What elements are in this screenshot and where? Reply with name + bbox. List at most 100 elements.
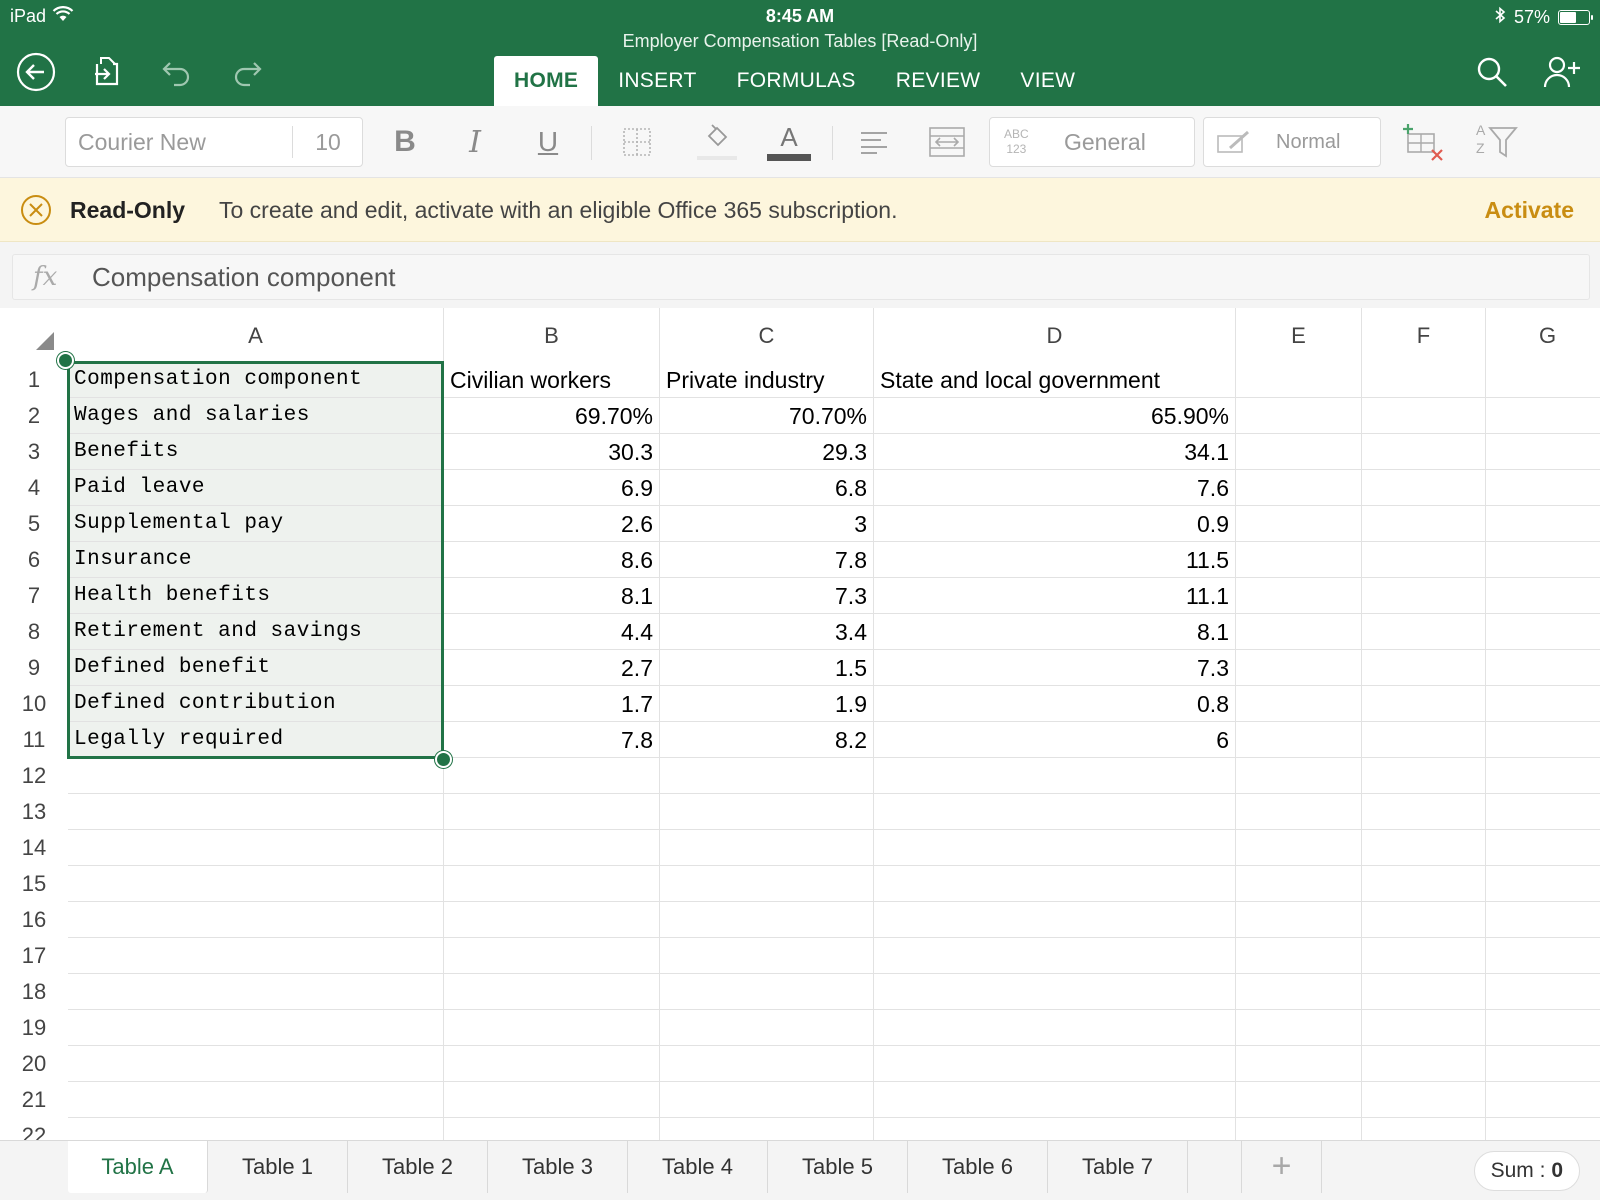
borders-icon[interactable] [612,117,662,167]
cell-b7[interactable]: 8.1 [444,578,660,614]
open-file-icon[interactable] [83,50,127,94]
row-header-15[interactable]: 15 [0,866,68,902]
cell-d14[interactable] [874,830,1236,866]
cell-d8[interactable]: 8.1 [874,614,1236,650]
number-format-picker[interactable]: ABC 123 General [989,117,1195,167]
cell-f3[interactable] [1362,434,1486,470]
cell-style-picker[interactable]: Normal [1203,117,1381,167]
cell-c12[interactable] [660,758,874,794]
row-header-9[interactable]: 9 [0,650,68,686]
cell-f10[interactable] [1362,686,1486,722]
column-header-b[interactable]: B [444,308,660,362]
cell-b17[interactable] [444,938,660,974]
cell-g3[interactable] [1486,434,1600,470]
cell-g1[interactable] [1486,362,1600,398]
cell-f5[interactable] [1362,506,1486,542]
cell-a22[interactable] [68,1118,444,1140]
underline-button[interactable]: U [523,117,573,167]
cell-d9[interactable]: 7.3 [874,650,1236,686]
cell-e15[interactable] [1236,866,1362,902]
cell-c9[interactable]: 1.5 [660,650,874,686]
bold-button[interactable]: B [380,117,430,167]
cell-b11[interactable]: 7.8 [444,722,660,758]
cell-c18[interactable] [660,974,874,1010]
cell-a19[interactable] [68,1010,444,1046]
cell-g5[interactable] [1486,506,1600,542]
cell-g8[interactable] [1486,614,1600,650]
cell-e19[interactable] [1236,1010,1362,1046]
cell-f7[interactable] [1362,578,1486,614]
row-header-13[interactable]: 13 [0,794,68,830]
cell-a11[interactable]: Legally required [68,722,444,758]
cell-g11[interactable] [1486,722,1600,758]
cell-g14[interactable] [1486,830,1600,866]
cell-e17[interactable] [1236,938,1362,974]
cell-b19[interactable] [444,1010,660,1046]
cell-c20[interactable] [660,1046,874,1082]
cell-a6[interactable]: Insurance [68,542,444,578]
row-header-14[interactable]: 14 [0,830,68,866]
cell-f2[interactable] [1362,398,1486,434]
row-header-17[interactable]: 17 [0,938,68,974]
cell-a17[interactable] [68,938,444,974]
cell-f9[interactable] [1362,650,1486,686]
cell-c19[interactable] [660,1010,874,1046]
cell-g17[interactable] [1486,938,1600,974]
tab-review[interactable]: REVIEW [876,56,1001,106]
cell-g10[interactable] [1486,686,1600,722]
sheet-tab-table-4[interactable]: Table 4 [628,1141,768,1193]
cell-b18[interactable] [444,974,660,1010]
cell-g6[interactable] [1486,542,1600,578]
cell-d21[interactable] [874,1082,1236,1118]
cell-d17[interactable] [874,938,1236,974]
sheet-tab-table-1[interactable]: Table 1 [208,1141,348,1193]
cell-e14[interactable] [1236,830,1362,866]
cell-b5[interactable]: 2.6 [444,506,660,542]
cell-d19[interactable] [874,1010,1236,1046]
activate-button[interactable]: Activate [1485,178,1574,242]
search-icon[interactable] [1470,50,1514,94]
insert-delete-icon[interactable] [1398,117,1448,167]
back-arrow-icon[interactable] [14,50,58,94]
row-header-5[interactable]: 5 [0,506,68,542]
row-header-16[interactable]: 16 [0,902,68,938]
cell-d11[interactable]: 6 [874,722,1236,758]
cell-c3[interactable]: 29.3 [660,434,874,470]
cell-f6[interactable] [1362,542,1486,578]
cell-e9[interactable] [1236,650,1362,686]
sheet-tab-table-5[interactable]: Table 5 [768,1141,908,1193]
cell-f14[interactable] [1362,830,1486,866]
close-circle-icon[interactable] [20,194,52,231]
cell-a1[interactable]: Compensation component [68,362,444,398]
row-header-19[interactable]: 19 [0,1010,68,1046]
cell-d3[interactable]: 34.1 [874,434,1236,470]
cell-c17[interactable] [660,938,874,974]
row-header-6[interactable]: 6 [0,542,68,578]
cell-a3[interactable]: Benefits [68,434,444,470]
cell-b15[interactable] [444,866,660,902]
cell-d18[interactable] [874,974,1236,1010]
cell-f12[interactable] [1362,758,1486,794]
cell-a15[interactable] [68,866,444,902]
cell-f18[interactable] [1362,974,1486,1010]
formula-bar-value[interactable]: Compensation component [92,255,396,299]
cell-b3[interactable]: 30.3 [444,434,660,470]
cell-c6[interactable]: 7.8 [660,542,874,578]
cell-b9[interactable]: 2.7 [444,650,660,686]
cell-d4[interactable]: 7.6 [874,470,1236,506]
cell-c5[interactable]: 3 [660,506,874,542]
cell-f16[interactable] [1362,902,1486,938]
cell-c13[interactable] [660,794,874,830]
cell-b10[interactable]: 1.7 [444,686,660,722]
cell-g16[interactable] [1486,902,1600,938]
redo-icon[interactable] [225,50,269,94]
cell-c1[interactable]: Private industry [660,362,874,398]
column-header-f[interactable]: F [1362,308,1486,362]
cell-d13[interactable] [874,794,1236,830]
cell-g15[interactable] [1486,866,1600,902]
font-picker[interactable]: Courier New 10 [65,117,363,167]
row-header-11[interactable]: 11 [0,722,68,758]
cell-c10[interactable]: 1.9 [660,686,874,722]
row-header-18[interactable]: 18 [0,974,68,1010]
cell-c21[interactable] [660,1082,874,1118]
